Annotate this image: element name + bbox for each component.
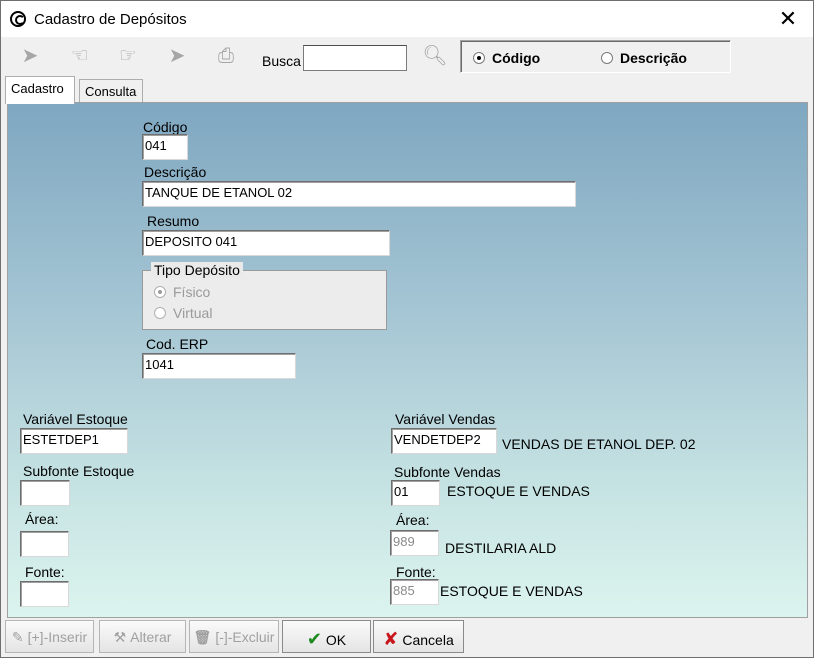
excluir-label: [-]-Excluir (215, 629, 275, 645)
descricao-label: Descrição (144, 164, 207, 180)
descricao-input[interactable]: TANQUE DE ETANOL 02 (142, 181, 576, 207)
cod-erp-input[interactable]: 1041 (142, 353, 296, 379)
inserir-label: [+]-Inserir (27, 629, 88, 645)
radio-virtual-dot (154, 307, 166, 319)
search-by-group: Código Descrição (460, 40, 731, 73)
print-icon[interactable]: ⎙ (212, 45, 240, 67)
variavel-vendas-label: Variável Vendas (395, 411, 496, 427)
tab-consulta[interactable]: Consulta (79, 79, 143, 103)
trash-icon: 🗑︎ (193, 629, 212, 645)
window-title: Cadastro de Depósitos (34, 11, 187, 28)
ok-button[interactable]: ✔ OK (282, 620, 371, 653)
busca-label: Busca (262, 53, 301, 69)
codigo-input[interactable]: 041 (142, 134, 188, 160)
area-estoque-input[interactable] (20, 531, 69, 557)
ok-label: OK (325, 632, 347, 648)
area-vendas-desc: DESTILARIA ALD (445, 540, 557, 556)
toolbar: ➤ ☜ ☞ ➤ ⎙ Busca 🔍︎ Código Descrição (2, 37, 813, 75)
fonte-vendas-input[interactable]: 885 (390, 579, 439, 605)
subfonte-vendas-desc: ESTOQUE E VENDAS (447, 483, 590, 499)
excluir-button[interactable]: 🗑︎ [-]-Excluir (189, 620, 279, 653)
busca-input[interactable] (303, 45, 407, 71)
close-button[interactable]: ✕ (771, 7, 805, 33)
subfonte-vendas-label: Subfonte Vendas (394, 464, 501, 480)
variavel-vendas-desc: VENDAS DE ETANOL DEP. 02 (502, 436, 696, 452)
radio-codigo-label: Código (492, 50, 541, 66)
tipo-deposito-group: Tipo Depósito Físico Virtual (142, 262, 387, 330)
radio-virtual-label: Virtual (173, 305, 213, 321)
cod-erp-label: Cod. ERP (146, 336, 209, 352)
fonte-vendas-label: Fonte: (396, 564, 436, 580)
radio-fisico-label: Físico (173, 284, 211, 300)
fonte-estoque-input[interactable] (20, 581, 69, 607)
cancela-button[interactable]: ✘ Cancela (373, 620, 464, 653)
app-icon (10, 11, 26, 27)
alterar-label: Alterar (130, 629, 172, 645)
prev-icon[interactable]: ☜ (66, 45, 94, 67)
action-bar: ✎ [+]-Inserir ⚒ Alterar 🗑︎ [-]-Excluir ✔ OK … (2, 618, 813, 657)
zoom-icon[interactable]: 🔍︎ (421, 45, 449, 67)
fonte-estoque-label: Fonte: (25, 564, 65, 580)
radio-descricao-dot (601, 52, 613, 64)
radio-descricao-label: Descrição (620, 50, 687, 66)
variavel-estoque-input[interactable]: ESTETDEP1 (20, 428, 128, 454)
resumo-label: Resumo (147, 213, 200, 229)
area-estoque-label: Área: (25, 511, 59, 527)
subfonte-estoque-input[interactable] (20, 480, 70, 506)
radio-fisico-dot (154, 286, 166, 298)
subfonte-estoque-label: Subfonte Estoque (23, 463, 135, 479)
title-bar: Cadastro de Depósitos ✕ (1, 1, 813, 37)
area-vendas-label: Área: (396, 512, 430, 528)
cadastro-panel: Código 041 Descrição TANQUE DE ETANOL 02… (7, 102, 808, 618)
radio-virtual[interactable]: Virtual (154, 305, 212, 321)
radio-descricao[interactable]: Descrição (601, 50, 687, 66)
area-vendas-input[interactable]: 989 (390, 530, 439, 556)
last-icon[interactable]: ➤ (163, 45, 191, 67)
tab-strip: Cadastro Consulta (5, 75, 811, 104)
check-icon: ✔ (306, 629, 322, 649)
first-icon[interactable]: ➤ (16, 45, 44, 67)
cancel-x-icon: ✘ (383, 629, 399, 649)
subfonte-vendas-input[interactable]: 01 (391, 480, 440, 506)
radio-codigo[interactable]: Código (473, 50, 540, 66)
variavel-vendas-input[interactable]: VENDETDEP2 (391, 428, 497, 454)
cancela-label: Cancela (402, 632, 454, 648)
fonte-vendas-desc: ESTOQUE E VENDAS (440, 583, 583, 599)
tipo-deposito-legend: Tipo Depósito (151, 262, 243, 278)
alterar-button[interactable]: ⚒ Alterar (99, 620, 186, 653)
next-icon[interactable]: ☞ (114, 45, 142, 67)
insert-icon: ✎ (11, 629, 24, 645)
edit-icon: ⚒ (113, 629, 127, 645)
radio-fisico[interactable]: Físico (154, 284, 210, 300)
tab-cadastro[interactable]: Cadastro (5, 76, 75, 104)
inserir-button[interactable]: ✎ [+]-Inserir (5, 620, 94, 653)
cadastro-depositos-window: Cadastro de Depósitos ✕ ➤ ☜ ☞ ➤ ⎙ Busca … (0, 0, 814, 658)
variavel-estoque-label: Variável Estoque (23, 411, 128, 427)
codigo-label: Código (143, 119, 188, 135)
radio-codigo-dot (473, 52, 485, 64)
resumo-input[interactable]: DEPOSITO 041 (142, 230, 390, 256)
